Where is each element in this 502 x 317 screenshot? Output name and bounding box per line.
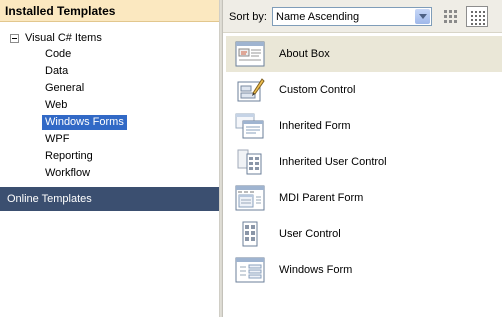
medium-icons-view-button[interactable]	[440, 6, 462, 27]
template-item-label: User Control	[279, 228, 341, 240]
tree-item-workflow[interactable]: Workflow	[42, 166, 93, 181]
templates-pane: Sort by: Name Ascending About Box Custom…	[223, 0, 502, 317]
installed-templates-header[interactable]: Installed Templates	[0, 0, 219, 22]
online-templates-header[interactable]: Online Templates	[0, 187, 219, 211]
tree-item-general[interactable]: General	[42, 81, 87, 96]
category-tree: Visual C# Items Code Data General Web Wi…	[0, 22, 219, 187]
collapse-icon[interactable]	[10, 33, 19, 43]
template-item-label: Inherited User Control	[279, 156, 387, 168]
tree-item-wpf[interactable]: WPF	[42, 132, 72, 147]
template-item-windows-form[interactable]: Windows Form	[226, 252, 502, 288]
tree-node-visual-csharp-items[interactable]: Visual C# Items	[10, 31, 102, 45]
template-item-mdi-parent-form[interactable]: MDI Parent Form	[226, 180, 502, 216]
medium-icons-view-icon	[444, 10, 457, 23]
about-box-icon	[235, 41, 265, 67]
tree-item-windows-forms[interactable]: Windows Forms	[42, 115, 127, 130]
template-categories-pane: Installed Templates Visual C# Items Code…	[0, 0, 219, 317]
tree-item-data[interactable]: Data	[42, 64, 71, 79]
tree-item-reporting[interactable]: Reporting	[42, 149, 96, 164]
template-item-label: Custom Control	[279, 84, 356, 96]
sort-by-label: Sort by:	[229, 11, 267, 23]
template-item-inherited-user-control[interactable]: Inherited User Control	[226, 144, 502, 180]
chevron-down-icon[interactable]	[415, 9, 430, 24]
sort-by-value: Name Ascending	[276, 11, 360, 23]
windows-form-icon	[235, 257, 265, 283]
sort-toolbar: Sort by: Name Ascending	[223, 0, 502, 33]
template-item-inherited-form[interactable]: Inherited Form	[226, 108, 502, 144]
tree-item-code[interactable]: Code	[42, 47, 74, 62]
tree-item-web[interactable]: Web	[42, 98, 70, 113]
mdi-parent-form-icon	[235, 185, 265, 211]
inherited-form-icon	[235, 113, 264, 139]
inherited-user-control-icon	[237, 149, 262, 175]
small-icons-view-icon	[471, 11, 485, 25]
user-control-icon	[242, 221, 258, 247]
template-item-label: Windows Form	[279, 264, 353, 276]
template-item-label: Inherited Form	[279, 120, 351, 132]
template-item-about-box[interactable]: About Box	[226, 36, 502, 72]
small-icons-view-button[interactable]	[466, 6, 488, 27]
template-item-label: About Box	[279, 48, 330, 60]
sort-by-dropdown[interactable]: Name Ascending	[272, 7, 432, 26]
template-item-user-control[interactable]: User Control	[226, 216, 502, 252]
custom-control-icon	[237, 78, 265, 102]
template-item-custom-control[interactable]: Custom Control	[226, 72, 502, 108]
template-item-label: MDI Parent Form	[279, 192, 364, 204]
tree-node-label: Visual C# Items	[25, 32, 102, 44]
